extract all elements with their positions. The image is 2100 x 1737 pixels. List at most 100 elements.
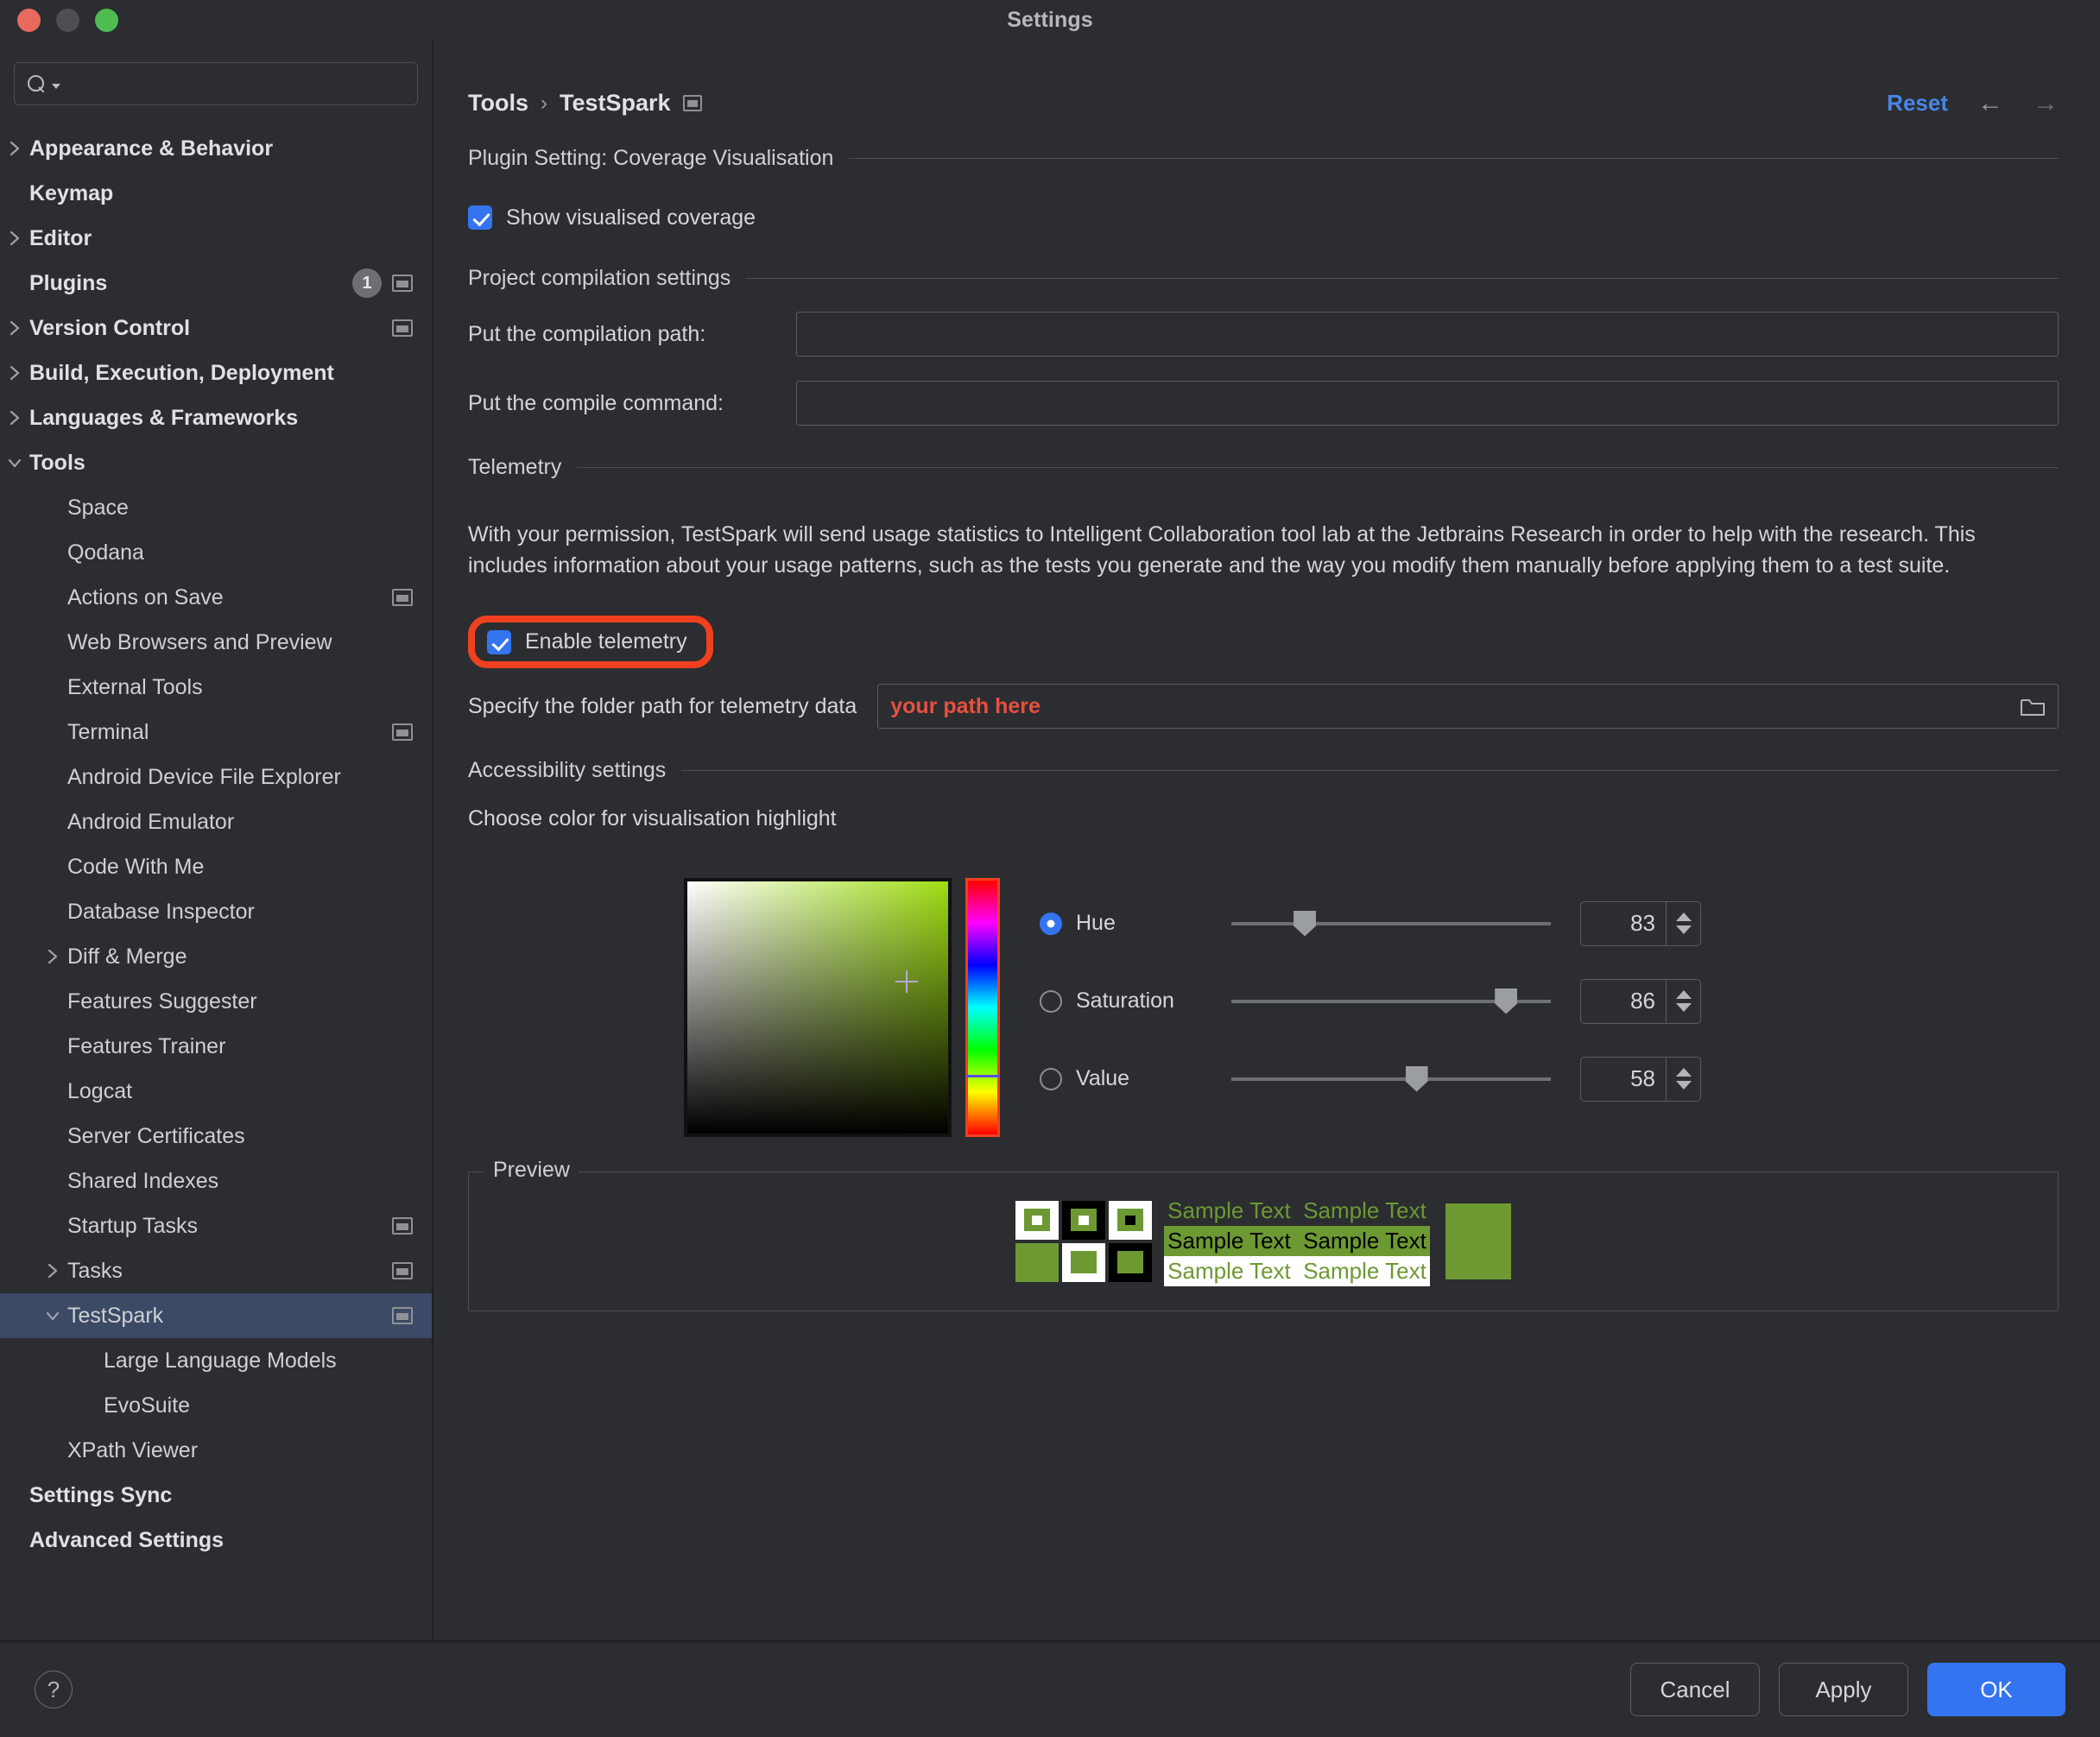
breadcrumb-actions: Reset ← →: [1887, 90, 2059, 117]
enable-telemetry-checkbox[interactable]: [487, 629, 511, 654]
preview-swatch-row: [1015, 1242, 1153, 1282]
sidebar-item-settings-sync[interactable]: Settings Sync: [0, 1473, 432, 1518]
telemetry-folder-field[interactable]: your path here: [877, 684, 2059, 729]
saturation-value-box[interactable]: [684, 877, 952, 1137]
breadcrumb-root[interactable]: Tools: [468, 90, 528, 117]
sidebar-item-tools[interactable]: Tools: [0, 440, 432, 485]
sidebar-item-label: Advanced Settings: [29, 1527, 225, 1552]
value-stepper[interactable]: 58: [1580, 1056, 1701, 1102]
chevron-right-icon[interactable]: [0, 230, 29, 247]
saturation-stepper-arrows[interactable]: [1666, 979, 1700, 1023]
hue-stepper-arrows[interactable]: [1666, 901, 1700, 945]
chevron-right-icon[interactable]: [0, 140, 29, 157]
sidebar-item-space[interactable]: Space: [0, 485, 432, 530]
slider-handle[interactable]: [1294, 910, 1317, 937]
search-input[interactable]: [66, 73, 405, 95]
hue-slider[interactable]: [1231, 910, 1551, 937]
apply-button[interactable]: Apply: [1779, 1663, 1908, 1716]
sidebar-item-code-with-me[interactable]: Code With Me: [0, 844, 432, 889]
sidebar-item-features-suggester[interactable]: Features Suggester: [0, 979, 432, 1024]
sidebar-item-server-certificates[interactable]: Server Certificates: [0, 1114, 432, 1159]
sample-text-on-white: Sample Text Sample Text: [1164, 1256, 1430, 1286]
color-picker: Hue 83 Saturation 86 Value 58: [468, 877, 2059, 1137]
show-coverage-checkbox[interactable]: [468, 205, 492, 230]
stepper-up-icon[interactable]: [1675, 1068, 1692, 1077]
sidebar-item-database-inspector[interactable]: Database Inspector: [0, 889, 432, 934]
sidebar-item-web-browsers-and-preview[interactable]: Web Browsers and Preview: [0, 620, 432, 665]
swatch-white-green: [1062, 1242, 1106, 1282]
chevron-down-icon[interactable]: [0, 456, 29, 470]
saturation-stepper[interactable]: 86: [1580, 978, 1701, 1024]
sidebar-item-tasks[interactable]: Tasks: [0, 1248, 432, 1293]
chevron-right-icon[interactable]: [0, 319, 29, 337]
sidebar-item-terminal[interactable]: Terminal: [0, 710, 432, 755]
hsv-row-value: Value 58: [1040, 1040, 1701, 1118]
sidebar-item-adornments: [382, 1217, 413, 1235]
sidebar-item-qodana[interactable]: Qodana: [0, 530, 432, 575]
project-scope-icon: [392, 1307, 413, 1324]
sidebar-item-languages-frameworks[interactable]: Languages & Frameworks: [0, 395, 432, 440]
compile-command-input[interactable]: [796, 381, 2059, 426]
sidebar-item-advanced-settings[interactable]: Advanced Settings: [0, 1518, 432, 1563]
sidebar-item-actions-on-save[interactable]: Actions on Save: [0, 575, 432, 620]
sidebar-item-plugins[interactable]: Plugins 1: [0, 261, 432, 306]
compile-command-row: Put the compile command:: [468, 381, 2059, 426]
chevron-right-icon[interactable]: [0, 364, 29, 382]
chevron-down-icon[interactable]: [38, 1309, 67, 1323]
sample-text: Sample Text: [1167, 1228, 1291, 1254]
sidebar-item-android-device-file-explorer[interactable]: Android Device File Explorer: [0, 755, 432, 799]
saturation-slider[interactable]: [1231, 988, 1551, 1014]
sidebar-item-startup-tasks[interactable]: Startup Tasks: [0, 1203, 432, 1248]
sidebar-item-editor[interactable]: Editor: [0, 216, 432, 261]
stepper-down-icon[interactable]: [1675, 1081, 1692, 1090]
compilation-path-input[interactable]: [796, 312, 2059, 357]
sidebar-item-label: Space: [67, 495, 129, 520]
value-radio[interactable]: [1040, 1067, 1062, 1090]
enable-telemetry-highlight-wrapper: Enable telemetry: [468, 616, 2059, 668]
value-stepper-arrows[interactable]: [1666, 1057, 1700, 1101]
sidebar-item-adornments: [382, 589, 413, 606]
help-button[interactable]: ?: [35, 1671, 73, 1709]
sidebar-item-evosuite[interactable]: EvoSuite: [0, 1383, 432, 1428]
sidebar-item-xpath-viewer[interactable]: XPath Viewer: [0, 1428, 432, 1473]
sidebar-item-version-control[interactable]: Version Control: [0, 306, 432, 351]
slider-handle[interactable]: [1495, 988, 1518, 1014]
chevron-right-icon[interactable]: [38, 1262, 67, 1279]
saturation-radio[interactable]: [1040, 989, 1062, 1013]
stepper-down-icon[interactable]: [1675, 925, 1692, 934]
stepper-down-icon[interactable]: [1675, 1003, 1692, 1012]
hue-strip[interactable]: [965, 877, 1000, 1137]
sidebar-item-shared-indexes[interactable]: Shared Indexes: [0, 1159, 432, 1203]
show-coverage-row[interactable]: Show visualised coverage: [468, 192, 2059, 243]
search-box[interactable]: [14, 62, 418, 105]
sidebar-item-keymap[interactable]: Keymap: [0, 171, 432, 216]
sidebar-item-features-trainer[interactable]: Features Trainer: [0, 1024, 432, 1069]
sidebar-item-appearance-behavior[interactable]: Appearance & Behavior: [0, 126, 432, 171]
sidebar-item-logcat[interactable]: Logcat: [0, 1069, 432, 1114]
reset-button[interactable]: Reset: [1887, 90, 1948, 117]
preview-sample-texts: Sample Text Sample Text Sample Text Samp…: [1164, 1196, 1430, 1286]
chevron-right-icon[interactable]: [38, 948, 67, 965]
stepper-up-icon[interactable]: [1675, 913, 1692, 921]
sidebar-item-build-execution-deployment[interactable]: Build, Execution, Deployment: [0, 351, 432, 395]
sidebar-item-diff-merge[interactable]: Diff & Merge: [0, 934, 432, 979]
folder-icon[interactable]: [2020, 696, 2046, 717]
sidebar-item-large-language-models[interactable]: Large Language Models: [0, 1338, 432, 1383]
sidebar-item-label: Features Trainer: [67, 1033, 226, 1058]
chevron-right-icon[interactable]: [0, 409, 29, 426]
back-arrow-icon[interactable]: ←: [1977, 90, 2003, 117]
hue-stepper[interactable]: 83: [1580, 900, 1701, 946]
value-slider[interactable]: [1231, 1065, 1551, 1092]
hue-marker[interactable]: [965, 1074, 1000, 1077]
slider-handle[interactable]: [1405, 1065, 1428, 1092]
breadcrumb: Tools › TestSpark Reset ← →: [433, 40, 2100, 117]
sidebar-item-external-tools[interactable]: External Tools: [0, 665, 432, 710]
stepper-up-icon[interactable]: [1675, 990, 1692, 999]
hue-radio[interactable]: [1040, 912, 1062, 935]
forward-arrow-icon[interactable]: →: [2033, 90, 2059, 117]
sidebar-item-android-emulator[interactable]: Android Emulator: [0, 799, 432, 844]
cancel-button[interactable]: Cancel: [1630, 1663, 1760, 1716]
hue-label: Hue: [1076, 911, 1116, 935]
sidebar-item-testspark[interactable]: TestSpark: [0, 1293, 432, 1338]
ok-button[interactable]: OK: [1927, 1663, 2065, 1716]
